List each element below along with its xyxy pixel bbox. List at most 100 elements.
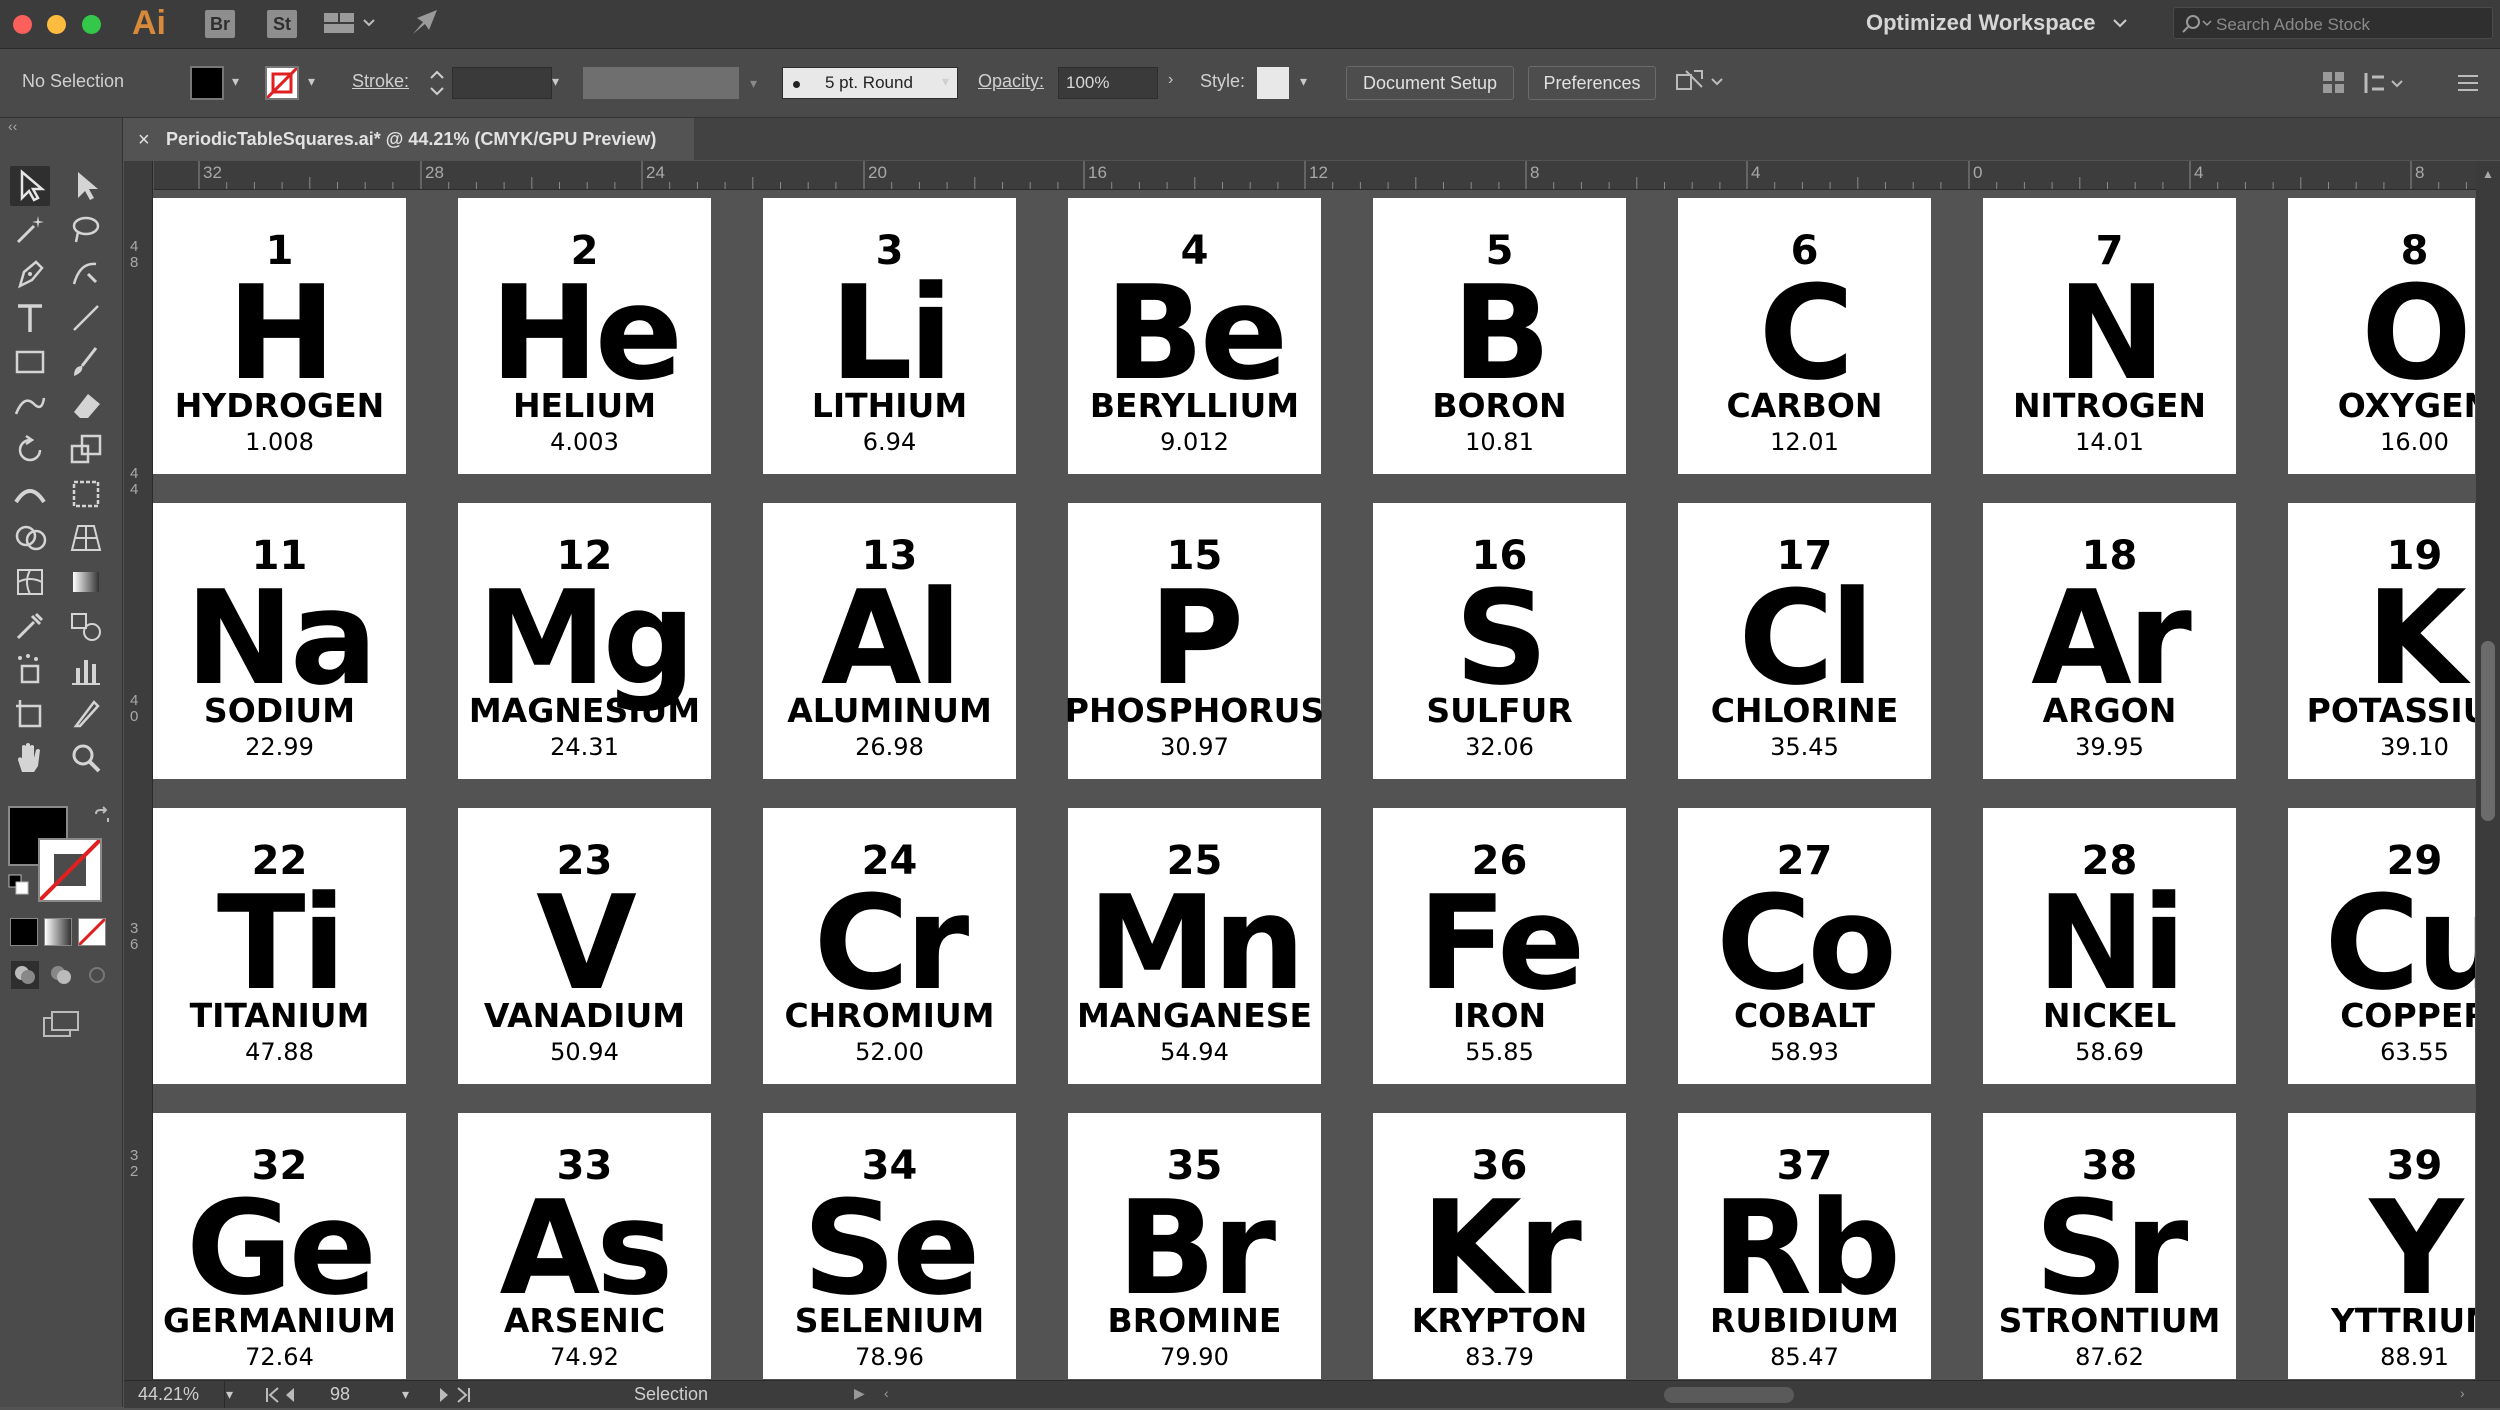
close-window-button[interactable] — [13, 15, 32, 34]
element-card[interactable]: 22 Ti TITANIUM 47.88 — [153, 808, 406, 1084]
stroke-dropdown-chevron[interactable]: ▾ — [308, 73, 315, 90]
gradient-tool-icon[interactable] — [66, 562, 106, 602]
zoom-tool-icon[interactable] — [66, 738, 106, 778]
vertical-scrollbar[interactable]: ▲ — [2476, 161, 2500, 1381]
type-tool-icon[interactable] — [10, 298, 50, 338]
artboard-tool-icon[interactable] — [10, 694, 50, 734]
stroke-weight-stepper[interactable] — [427, 66, 447, 100]
stroke-weight-chevron[interactable]: ▾ — [552, 73, 559, 90]
pen-tool-icon[interactable] — [10, 254, 50, 294]
horizontal-ruler[interactable]: 32 28 24 20 16 12 8 4 0 4 8 — [154, 161, 2500, 190]
element-card[interactable]: 5 B BORON 10.81 — [1373, 198, 1626, 474]
eyedropper-tool-icon[interactable] — [10, 606, 50, 646]
opacity-arrow[interactable]: › — [1168, 71, 1173, 89]
workspace-switcher[interactable]: Optimized Workspace — [1866, 10, 2095, 36]
element-card[interactable]: 36 Kr KRYPTON 83.79 — [1373, 1113, 1626, 1379]
element-card[interactable]: 37 Rb RUBIDIUM 85.47 — [1678, 1113, 1931, 1379]
eraser-tool-icon[interactable] — [66, 386, 106, 426]
brush-chevron[interactable]: ▾ — [942, 73, 949, 90]
rectangle-tool-icon[interactable] — [10, 342, 50, 382]
scroll-up-icon[interactable]: ▲ — [2482, 167, 2494, 181]
symbol-sprayer-tool-icon[interactable] — [10, 650, 50, 690]
zoom-level[interactable]: 44.21% — [138, 1384, 199, 1405]
element-card[interactable]: 2 He HELIUM 4.003 — [458, 198, 711, 474]
tool-status-arrow[interactable]: ▶ — [854, 1385, 865, 1402]
element-card[interactable]: 15 P PHOSPHORUS 30.97 — [1065, 503, 1324, 779]
paintbrush-tool-icon[interactable] — [66, 342, 106, 382]
opacity-label[interactable]: Opacity: — [978, 71, 1044, 92]
element-card[interactable]: 28 Ni NICKEL 58.69 — [1983, 808, 2236, 1084]
free-transform-tool-icon[interactable] — [66, 474, 106, 514]
graphic-style-swatch[interactable] — [1257, 67, 1289, 99]
element-card[interactable]: 11 Na SODIUM 22.99 — [153, 503, 406, 779]
brush-definition-field[interactable]: 5 pt. Round — [782, 67, 958, 99]
shape-builder-tool-icon[interactable] — [10, 518, 50, 558]
bridge-button[interactable]: Br — [205, 10, 235, 38]
gpu-performance-icon[interactable] — [409, 8, 441, 43]
zoom-chevron[interactable]: ▾ — [226, 1386, 233, 1403]
element-card[interactable]: 39YYTTRIUM88.91 — [2288, 1113, 2475, 1379]
element-card[interactable]: 8OOXYGEN16.00 — [2288, 198, 2475, 474]
line-tool-icon[interactable] — [66, 298, 106, 338]
slice-tool-icon[interactable] — [66, 694, 106, 734]
column-graph-tool-icon[interactable] — [66, 650, 106, 690]
element-card[interactable]: 1 H HYDROGEN 1.008 — [153, 198, 406, 474]
element-card[interactable]: 13 Al ALUMINUM 26.98 — [763, 503, 1016, 779]
stock-search-field[interactable]: Search Adobe Stock — [2173, 7, 2493, 39]
align-arrange-icon[interactable] — [1674, 67, 1728, 104]
draw-normal-icon[interactable] — [10, 960, 40, 995]
element-card[interactable]: 25 Mn MANGANESE 54.94 — [1068, 808, 1321, 1084]
maximize-window-button[interactable] — [82, 15, 101, 34]
default-colors-icon[interactable] — [8, 874, 30, 901]
curvature-tool-icon[interactable] — [66, 254, 106, 294]
close-tab-icon[interactable]: × — [138, 129, 150, 152]
element-card[interactable]: 34 Se SELENIUM 78.96 — [763, 1113, 1016, 1379]
stock-button[interactable]: St — [267, 10, 297, 38]
fill-swatch[interactable] — [190, 66, 224, 100]
width-tool-icon[interactable] — [10, 474, 50, 514]
first-artboard-icon[interactable] — [264, 1385, 334, 1410]
element-card[interactable]: 26 Fe IRON 55.85 — [1373, 808, 1626, 1084]
none-mode-button[interactable] — [78, 918, 106, 946]
element-card[interactable]: 4 Be BERYLLIUM 9.012 — [1068, 198, 1321, 474]
stroke-color-box[interactable] — [38, 838, 102, 902]
element-card[interactable]: 3 Li LITHIUM 6.94 — [763, 198, 1016, 474]
draw-behind-icon[interactable] — [46, 960, 76, 995]
profile-chevron[interactable]: ▾ — [750, 75, 757, 92]
element-card[interactable]: 17 Cl CHLORINE 35.45 — [1678, 503, 1931, 779]
mesh-tool-icon[interactable] — [10, 562, 50, 602]
artboard-canvas[interactable]: 1 H HYDROGEN 1.008 2 He HELIUM 4.003 3 Li LITHIUM 6… — [153, 190, 2475, 1379]
scroll-left-icon[interactable]: ‹ — [884, 1385, 889, 1401]
fill-dropdown-chevron[interactable]: ▾ — [232, 73, 239, 90]
document-tab[interactable]: × PeriodicTableSquares.ai* @ 44.21% (CMY… — [124, 118, 694, 160]
element-card[interactable]: 33 As ARSENIC 74.92 — [458, 1113, 711, 1379]
artboard-number-field[interactable]: 98 — [330, 1384, 350, 1405]
vertical-ruler[interactable]: 4 8 4 4 4 0 3 6 3 2 — [124, 161, 153, 1381]
next-artboard-icon[interactable] — [436, 1385, 506, 1410]
perspective-grid-tool-icon[interactable] — [66, 518, 106, 558]
element-card[interactable]: 27 Co COBALT 58.93 — [1678, 808, 1931, 1084]
transform-panel-icon[interactable] — [2362, 69, 2412, 102]
collapse-toolbar-icon[interactable]: ‹‹ — [8, 118, 17, 134]
horizontal-scroll-thumb[interactable] — [1664, 1387, 1794, 1403]
selection-tool-icon[interactable] — [10, 166, 50, 206]
gradient-mode-button[interactable] — [44, 918, 72, 946]
shaper-tool-icon[interactable] — [10, 386, 50, 426]
preferences-button[interactable]: Preferences — [1528, 66, 1656, 100]
stroke-label[interactable]: Stroke: — [352, 71, 409, 92]
stroke-swatch[interactable] — [265, 66, 299, 100]
chevron-down-icon[interactable] — [2112, 16, 2128, 34]
scroll-right-icon[interactable]: › — [2460, 1385, 2465, 1401]
arrange-documents-icon[interactable] — [323, 12, 379, 41]
lasso-tool-icon[interactable] — [66, 210, 106, 250]
element-card[interactable]: 18 Ar ARGON 39.95 — [1983, 503, 2236, 779]
opacity-field[interactable]: 100% — [1058, 67, 1158, 99]
variable-width-profile[interactable] — [583, 67, 739, 99]
style-chevron[interactable]: ▾ — [1300, 73, 1307, 90]
element-card[interactable]: 32 Ge GERMANIUM 72.64 — [153, 1113, 406, 1379]
panel-menu-icon[interactable] — [2454, 69, 2482, 102]
hand-tool-icon[interactable] — [10, 738, 50, 778]
artboard-chevron[interactable]: ▾ — [402, 1386, 409, 1403]
element-card[interactable]: 35 Br BROMINE 79.90 — [1068, 1113, 1321, 1379]
document-setup-button[interactable]: Document Setup — [1346, 66, 1514, 100]
